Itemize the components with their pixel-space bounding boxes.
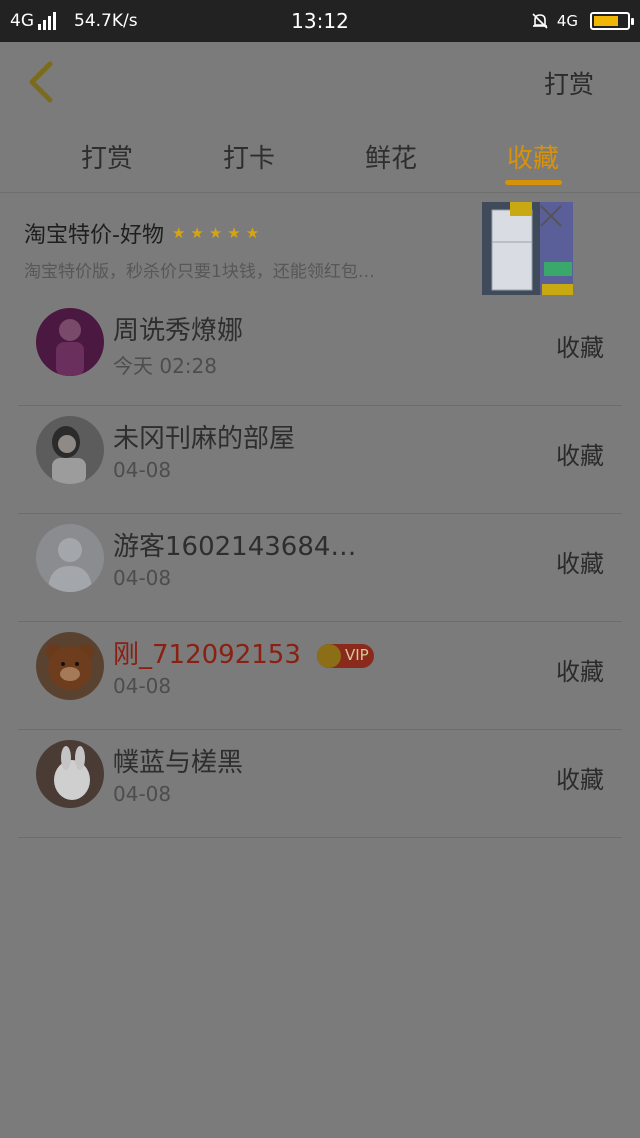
back-arrow-icon[interactable]: [24, 58, 60, 106]
default-avatar-icon: [36, 524, 104, 592]
favorite-action[interactable]: 收藏: [556, 544, 604, 579]
list-item[interactable]: 游客1602143684… 04-08 收藏: [0, 514, 640, 622]
timestamp: 04-08: [113, 566, 172, 590]
avatar: [36, 416, 104, 484]
user-name: 刚_712092153: [113, 640, 301, 670]
avatar: [36, 308, 104, 376]
network-type-right: 4G: [556, 11, 578, 30]
tab-favorites[interactable]: 收藏: [473, 138, 593, 175]
reward-button[interactable]: 打赏: [544, 65, 594, 101]
user-name: 未冈刊麻的部屋: [113, 424, 296, 454]
favorite-action[interactable]: 收藏: [556, 436, 604, 471]
user-name: 幞蓝与槎黑: [113, 748, 244, 778]
favorite-action[interactable]: 收藏: [556, 760, 604, 795]
active-tab-indicator: [505, 180, 562, 185]
vip-label: VIP: [345, 646, 369, 664]
ad-title-row: 淘宝特价-好物 ★★★★★: [24, 217, 264, 249]
user-name: 游客1602143684…: [113, 532, 357, 562]
header: 打赏: [0, 42, 640, 122]
status-bar: 4G 54.7K/s 13:12 4G: [0, 0, 640, 42]
ad-banner[interactable]: 淘宝特价-好物 ★★★★★ 淘宝特价版，秒杀价只要1块钱，还能领红包…: [0, 193, 640, 298]
ad-description: 淘宝特价版，秒杀价只要1块钱，还能领红包…: [24, 262, 375, 282]
favorites-list: 周诜秀燎娜 今天 02:28 收藏 未冈刊麻的部屋 04-08 收藏 游客160…: [0, 298, 640, 838]
timestamp: 04-08: [113, 782, 172, 806]
rating-stars: ★★★★★: [171, 224, 265, 242]
ad-title: 淘宝特价-好物: [24, 223, 164, 248]
list-item[interactable]: 幞蓝与槎黑 04-08 收藏: [0, 730, 640, 838]
status-right: 4G: [531, 0, 634, 42]
battery-icon: [590, 12, 634, 30]
battery-level: [594, 16, 618, 26]
user-name: 周诜秀燎娜: [113, 316, 244, 346]
avatar: [36, 740, 104, 808]
timestamp: 今天 02:28: [113, 354, 217, 378]
tab-checkin[interactable]: 打卡: [189, 138, 309, 175]
tab-flowers[interactable]: 鲜花: [331, 138, 451, 175]
avatar: [36, 632, 104, 700]
tab-reward[interactable]: 打赏: [47, 138, 167, 175]
favorite-action[interactable]: 收藏: [556, 328, 604, 363]
crown-icon: [317, 644, 341, 668]
list-item[interactable]: 未冈刊麻的部屋 04-08 收藏: [0, 406, 640, 514]
list-item[interactable]: 刚_712092153 VIP 04-08 收藏: [0, 622, 640, 730]
vip-badge: VIP: [317, 644, 374, 668]
favorite-action[interactable]: 收藏: [556, 652, 604, 687]
divider: [18, 837, 622, 838]
tab-bar: 打赏 打卡 鲜花 收藏: [0, 122, 640, 193]
muted-bell-icon: [532, 13, 548, 29]
list-item[interactable]: 周诜秀燎娜 今天 02:28 收藏: [0, 298, 640, 406]
ad-close-icon[interactable]: [538, 203, 564, 229]
timestamp: 04-08: [113, 674, 172, 698]
timestamp: 04-08: [113, 458, 172, 482]
